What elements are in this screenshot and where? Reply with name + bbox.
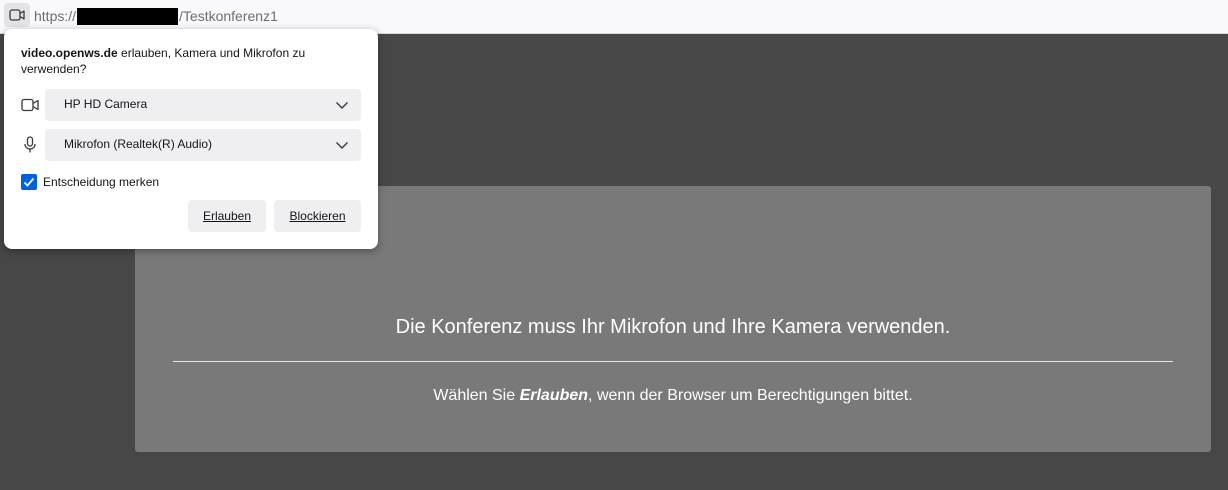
popup-message: video.openws.de erlauben, Kamera und Mik… (21, 45, 321, 77)
notice-sub-before: Wählen Sie (433, 387, 520, 404)
redacted-domain (77, 7, 179, 25)
camera-icon (20, 96, 40, 114)
microphone-select[interactable]: Mikrofon (Realtek(R) Audio) (45, 129, 361, 161)
url-protocol: https:// (34, 8, 77, 24)
url-text[interactable]: https:// /Testkonferenz1 (34, 7, 278, 25)
block-button[interactable]: Blockieren (274, 200, 361, 232)
notice-instruction: Wählen Sie Erlauben, wenn der Browser um… (135, 387, 1211, 405)
permission-popup: video.openws.de erlauben, Kamera und Mik… (4, 29, 378, 249)
notice-title: Die Konferenz muss Ihr Mikrofon und Ihre… (395, 316, 951, 338)
microphone-row: Mikrofon (Realtek(R) Audio) (20, 129, 362, 161)
notice-sub-after: , wenn der Browser um Berechtigungen bit… (588, 387, 913, 404)
notice-sub-emphasis: Erlauben (519, 387, 589, 404)
camera-selected: HP HD Camera (64, 97, 148, 111)
popup-host: video.openws.de (21, 46, 118, 60)
microphone-selected: Mikrofon (Realtek(R) Audio) (64, 137, 213, 151)
chevron-down-icon (336, 142, 348, 149)
camera-row: HP HD Camera (20, 89, 362, 121)
camera-select[interactable]: HP HD Camera (45, 89, 361, 121)
camera-icon[interactable] (4, 3, 30, 27)
chevron-down-icon (336, 102, 348, 109)
notice-divider (173, 361, 1173, 362)
url-path: /Testkonferenz1 (179, 8, 278, 24)
microphone-icon (20, 136, 40, 154)
remember-checkbox[interactable] (21, 174, 37, 190)
allow-button[interactable]: Erlauben (188, 200, 266, 232)
remember-label[interactable]: Entscheidung merken (43, 175, 159, 189)
checkmark-icon (23, 177, 35, 187)
